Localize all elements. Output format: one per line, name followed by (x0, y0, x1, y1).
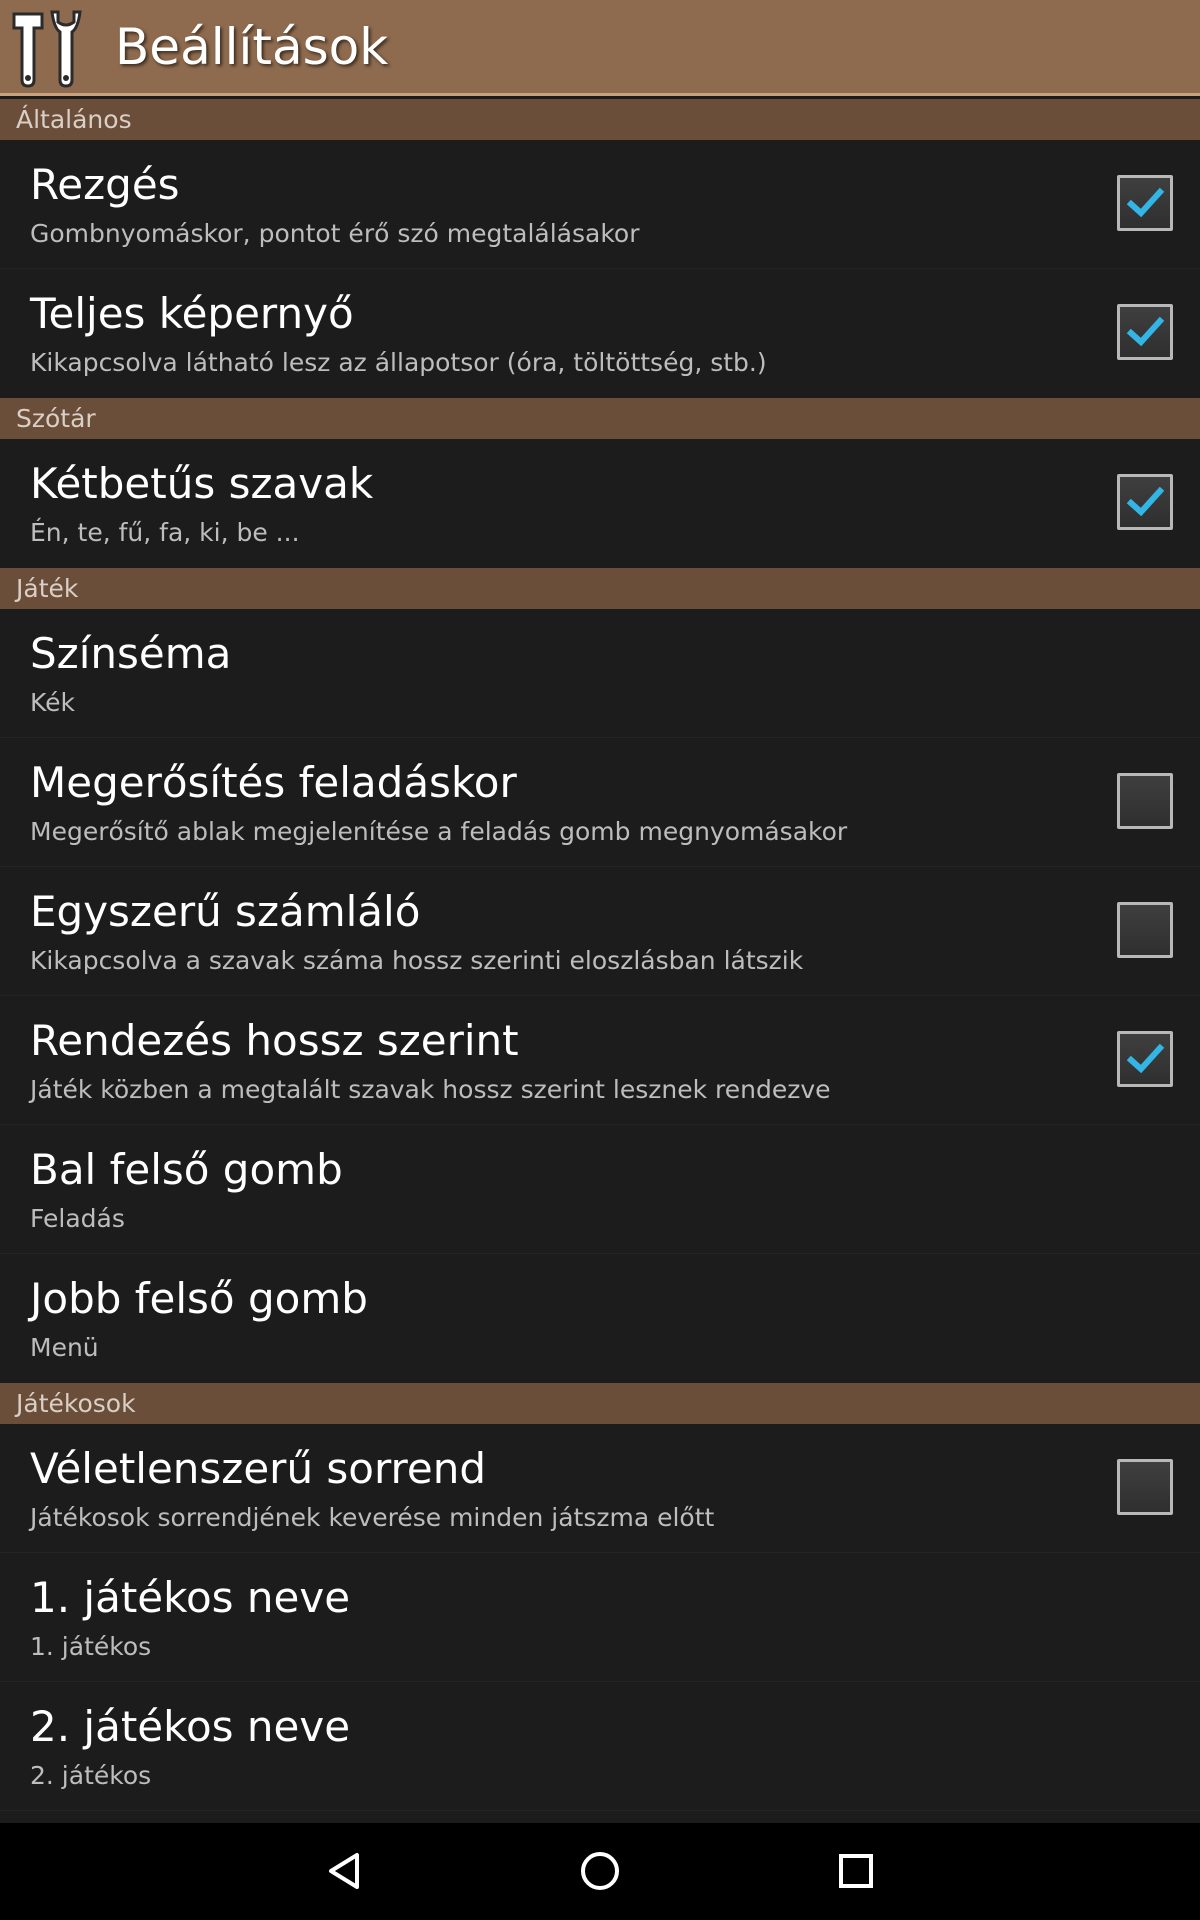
pref-title: Teljes képernyő (30, 289, 354, 338)
confirm-give-up-checkbox[interactable] (1117, 773, 1173, 829)
pref-title: 2. játékos neve (30, 1702, 351, 1751)
pref-title: 1. játékos neve (30, 1573, 351, 1622)
pref-title: Megerősítés feladáskor (30, 758, 517, 807)
vibration-checkbox[interactable] (1117, 175, 1173, 231)
pref-title: Kétbetűs szavak (30, 459, 374, 508)
page-title: Beállítások (115, 18, 389, 76)
home-icon[interactable] (570, 1841, 630, 1901)
pref-top-right-button[interactable]: Jobb felső gomb Menü (0, 1254, 1200, 1383)
pref-fullscreen[interactable]: Teljes képernyő Kikapcsolva látható lesz… (0, 269, 1200, 398)
pref-confirm-give-up[interactable]: Megerősítés feladáskor Megerősítő ablak … (0, 738, 1200, 867)
tools-icon[interactable] (8, 6, 88, 90)
pref-summary: Feladás (30, 1204, 125, 1233)
navigation-bar (0, 1823, 1200, 1920)
pref-summary: Megerősítő ablak megjelenítése a feladás… (30, 817, 848, 846)
pref-summary: Menü (30, 1333, 99, 1362)
section-header-altalanos: Általános (0, 99, 1200, 140)
pref-title: Rezgés (30, 160, 180, 209)
section-header-jatekosok: Játékosok (0, 1383, 1200, 1424)
pref-summary: Én, te, fű, fa, ki, be ... (30, 518, 300, 547)
app-bar: Beállítások (0, 0, 1200, 96)
pref-summary: Kikapcsolva látható lesz az állapotsor (… (30, 348, 767, 377)
pref-title: Egyszerű számláló (30, 887, 421, 936)
section-header-szotar: Szótár (0, 398, 1200, 439)
pref-title: Jobb felső gomb (30, 1274, 368, 1323)
pref-title: Bal felső gomb (30, 1145, 343, 1194)
pref-summary: 2. játékos (30, 1761, 152, 1790)
pref-summary: Játékosok sorrendjének keverése minden j… (30, 1503, 715, 1532)
checkmark-icon (1126, 486, 1165, 517)
checkmark-icon (1126, 1043, 1165, 1074)
simple-counter-checkbox[interactable] (1117, 902, 1173, 958)
pref-title: Színséma (30, 629, 232, 678)
section-header-jatek: Játék (0, 568, 1200, 609)
pref-vibration[interactable]: Rezgés Gombnyomáskor, pontot érő szó meg… (0, 140, 1200, 269)
fullscreen-checkbox[interactable] (1117, 304, 1173, 360)
checkmark-icon (1126, 316, 1165, 347)
sort-by-length-checkbox[interactable] (1117, 1031, 1173, 1087)
pref-summary: Gombnyomáskor, pontot érő szó megtalálás… (30, 219, 640, 248)
pref-simple-counter[interactable]: Egyszerű számláló Kikapcsolva a szavak s… (0, 867, 1200, 996)
pref-player-1-name[interactable]: 1. játékos neve 1. játékos (0, 1553, 1200, 1682)
pref-player-2-name[interactable]: 2. játékos neve 2. játékos (0, 1682, 1200, 1811)
pref-top-left-button[interactable]: Bal felső gomb Feladás (0, 1125, 1200, 1254)
pref-sort-by-length[interactable]: Rendezés hossz szerint Játék közben a me… (0, 996, 1200, 1125)
pref-color-scheme[interactable]: Színséma Kék (0, 609, 1200, 738)
pref-title: Véletlenszerű sorrend (30, 1444, 486, 1493)
back-icon[interactable] (314, 1841, 374, 1901)
pref-title: Rendezés hossz szerint (30, 1016, 519, 1065)
two-letter-words-checkbox[interactable] (1117, 474, 1173, 530)
pref-summary: Kék (30, 688, 76, 717)
pref-summary: Kikapcsolva a szavak száma hossz szerint… (30, 946, 804, 975)
settings-list[interactable]: Általános Rezgés Gombnyomáskor, pontot é… (0, 99, 1200, 1823)
pref-random-order[interactable]: Véletlenszerű sorrend Játékosok sorrendj… (0, 1424, 1200, 1553)
checkmark-icon (1126, 187, 1165, 218)
pref-summary: 1. játékos (30, 1632, 152, 1661)
pref-summary: Játék közben a megtalált szavak hossz sz… (30, 1075, 831, 1104)
random-order-checkbox[interactable] (1117, 1459, 1173, 1515)
pref-two-letter-words[interactable]: Kétbetűs szavak Én, te, fű, fa, ki, be .… (0, 439, 1200, 568)
recents-icon[interactable] (826, 1841, 886, 1901)
